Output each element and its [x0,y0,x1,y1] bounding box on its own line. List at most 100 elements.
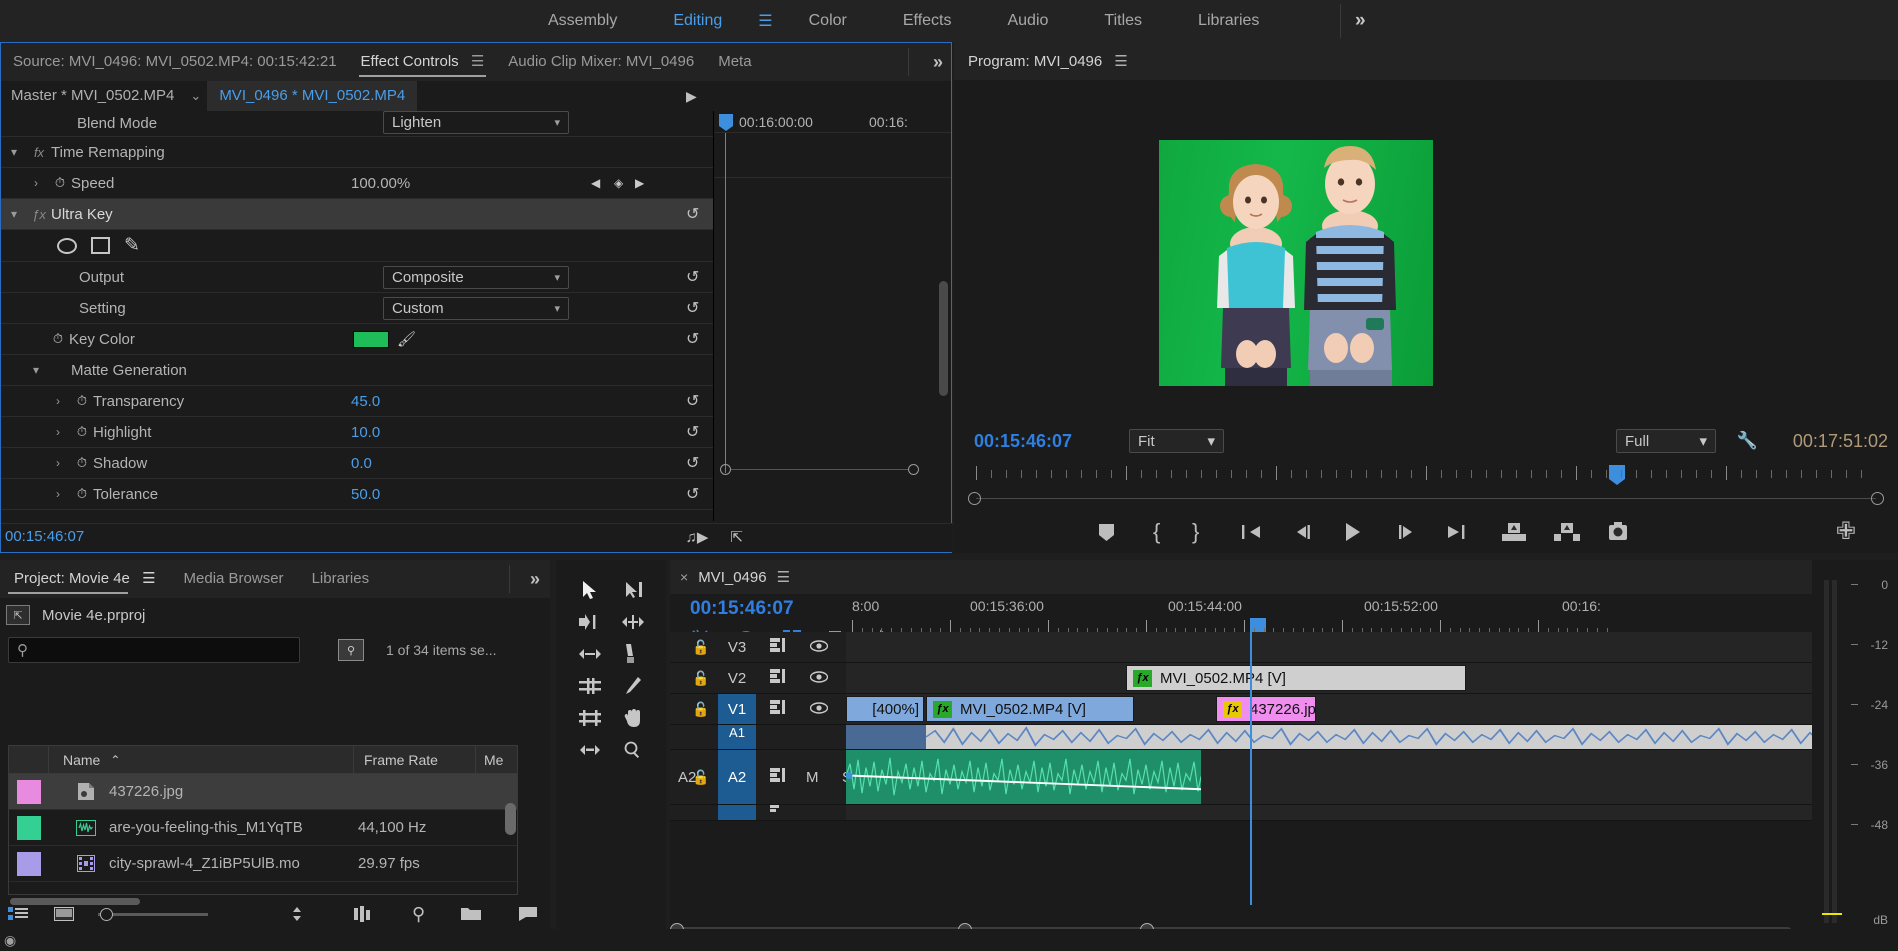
mute-track-button[interactable]: M [806,769,819,786]
speed-value[interactable]: 100.00% [351,175,410,192]
play-arrow-icon[interactable]: ▶ [686,88,697,105]
keyframe-add-icon[interactable]: ◈ [614,176,623,190]
keyframe-next-icon[interactable]: ▶ [635,176,644,190]
effect-controls-overflow-icon[interactable]: » [933,43,943,81]
slide-tool[interactable] [568,702,611,734]
track-name-v3[interactable]: V3 [718,632,756,662]
column-header-color[interactable] [9,745,49,774]
timeline-sequence-name[interactable]: MVI_0496 [698,569,766,586]
ripple-edit-tool[interactable] [568,606,611,638]
property-row-time-remapping[interactable]: ▾ fx Time Remapping [1,137,713,168]
track-name-v1[interactable]: V1 [718,694,756,724]
icon-view-icon[interactable] [54,906,74,922]
ellipse-mask-icon[interactable] [57,237,77,254]
sync-lock-icon[interactable] [770,638,786,656]
audio-clip-head[interactable] [846,725,926,749]
zoom-slider-knob[interactable] [100,908,113,921]
timeline-hamburger-icon[interactable]: ☰ [777,568,790,586]
playback-resolution-dropdown[interactable]: Full ▾ [1616,429,1716,453]
track-head-v3[interactable]: 🔓 V3 [670,632,846,662]
add-marker-icon[interactable] [1098,523,1115,542]
program-monitor-hamburger-icon[interactable]: ☰ [1114,52,1127,70]
effect-controls-hamburger-icon[interactable]: ☰ [471,53,484,70]
go-to-out-icon[interactable] [1446,524,1468,540]
property-row-output[interactable]: Output Composite ▾ ↺ [1,262,713,293]
workspace-tab-effects[interactable]: Effects [875,0,980,42]
scroll-knob-right[interactable] [1871,492,1884,505]
twisty-icon[interactable]: › [45,394,71,408]
workspace-overflow-icon[interactable]: » [1355,0,1366,42]
extract-icon[interactable] [1554,522,1580,542]
track-visibility-eye-icon[interactable] [809,639,829,656]
loop-playback-icon[interactable]: ♫▶ [686,528,709,546]
scroll-knob-right[interactable] [908,464,919,475]
mini-timeline-hscrollbar[interactable] [720,464,919,475]
mark-in-icon[interactable]: { [1153,519,1160,545]
track-name-a1[interactable]: A1 [718,725,756,749]
twisty-icon[interactable]: › [45,487,71,501]
column-header-name[interactable]: Name ⌃ [49,745,354,774]
slip-tool[interactable] [568,670,611,702]
tab-metadata[interactable]: Meta [706,43,763,81]
step-back-icon[interactable] [1293,524,1313,540]
zoom-tool[interactable] [611,734,654,766]
track-a1-partial[interactable]: A1 [670,725,1898,750]
program-monitor-stage[interactable] [954,80,1898,400]
razor-tool[interactable] [611,638,654,670]
track-select-forward-tool[interactable] [611,574,654,606]
search-input[interactable] [34,642,291,658]
close-icon[interactable]: × [680,569,688,585]
workspace-tab-libraries[interactable]: Libraries [1170,0,1287,42]
reset-button[interactable]: ↺ [686,329,699,349]
sync-lock-icon[interactable] [770,804,784,821]
table-row[interactable]: city-sprawl-4_Z1iBP5UlB.mo 29.97 fps [9,846,517,882]
reset-button[interactable]: ↺ [686,484,699,504]
step-forward-icon[interactable] [1396,524,1416,540]
stopwatch-icon[interactable]: ⏱ [71,424,93,440]
go-to-in-icon[interactable] [1242,524,1262,540]
property-row-shadow[interactable]: › ⏱ Shadow 0.0 ↺ [1,448,713,479]
stopwatch-icon[interactable]: ⏱ [49,175,71,191]
rolling-edit-tool[interactable] [611,606,654,638]
sync-lock-icon[interactable] [770,700,786,718]
workspace-tab-audio[interactable]: Audio [979,0,1076,42]
lock-icon[interactable]: 🔓 [692,701,709,718]
play-stop-icon[interactable] [1344,522,1362,542]
reset-button[interactable]: ↺ [686,298,699,318]
property-row-transparency[interactable]: › ⏱ Transparency 45.0 ↺ [1,386,713,417]
track-head-a2[interactable]: A2 🔓 A2 M S 🎙 [670,750,892,804]
key-color-swatch[interactable] [353,330,389,348]
twisty-icon[interactable]: › [23,176,49,190]
tab-source-monitor[interactable]: Source: MVI_0496: MVI_0502.MP4: 00:15:42… [1,43,349,81]
track-v3[interactable]: 🔓 V3 [670,632,1898,663]
keyframe-prev-icon[interactable]: ◀ [591,176,600,190]
master-clip-label[interactable]: Master * MVI_0502.MP4 [1,81,184,111]
project-hamburger-icon[interactable]: ☰ [142,570,155,587]
sequence-clip-label[interactable]: MVI_0496 * MVI_0502.MP4 [207,81,418,111]
sync-status-icon[interactable]: ◉ [4,932,16,949]
chevron-down-icon[interactable]: ⌄ [184,88,207,104]
project-overflow-icon[interactable]: » [530,560,540,598]
track-body-v2[interactable]: ƒx MVI_0502.MP4 [V] [846,663,1898,693]
freeform-icon[interactable] [354,906,374,922]
reset-button[interactable]: ↺ [686,267,699,287]
track-body-v1[interactable]: [400%] ƒx MVI_0502.MP4 [V] ƒx 437226.jp [846,694,1898,724]
reset-button[interactable]: ↺ [686,391,699,411]
effect-controls-timecode[interactable]: 00:15:46:07 [5,528,84,545]
workspace-tab-assembly[interactable]: Assembly [520,0,645,42]
find-icon[interactable]: ⚲ [338,639,364,661]
track-visibility-eye-icon[interactable] [809,701,829,718]
stopwatch-icon[interactable]: ⏱ [71,393,93,409]
table-row[interactable]: 437226.jpg [9,774,517,835]
lock-icon[interactable]: 🔓 [692,769,709,786]
reset-button[interactable]: ↺ [686,453,699,473]
mark-out-icon[interactable]: } [1192,519,1199,545]
workspace-tab-titles[interactable]: Titles [1076,0,1170,42]
effect-controls-mini-timeline[interactable]: 00:16:00:00 00:16: [713,111,951,521]
tab-audio-clip-mixer[interactable]: Audio Clip Mixer: MVI_0496 [496,43,706,81]
track-a3-partial[interactable]: 🎙 [670,804,1898,821]
setting-dropdown[interactable]: Custom ▾ [383,296,569,320]
property-row-setting[interactable]: Setting Custom ▾ ↺ [1,293,713,324]
pen-tool[interactable] [611,670,654,702]
track-v1[interactable]: 🔓 V1 [400%] ƒx MVI_0502.MP4 [V] ƒx 43722… [670,694,1898,725]
